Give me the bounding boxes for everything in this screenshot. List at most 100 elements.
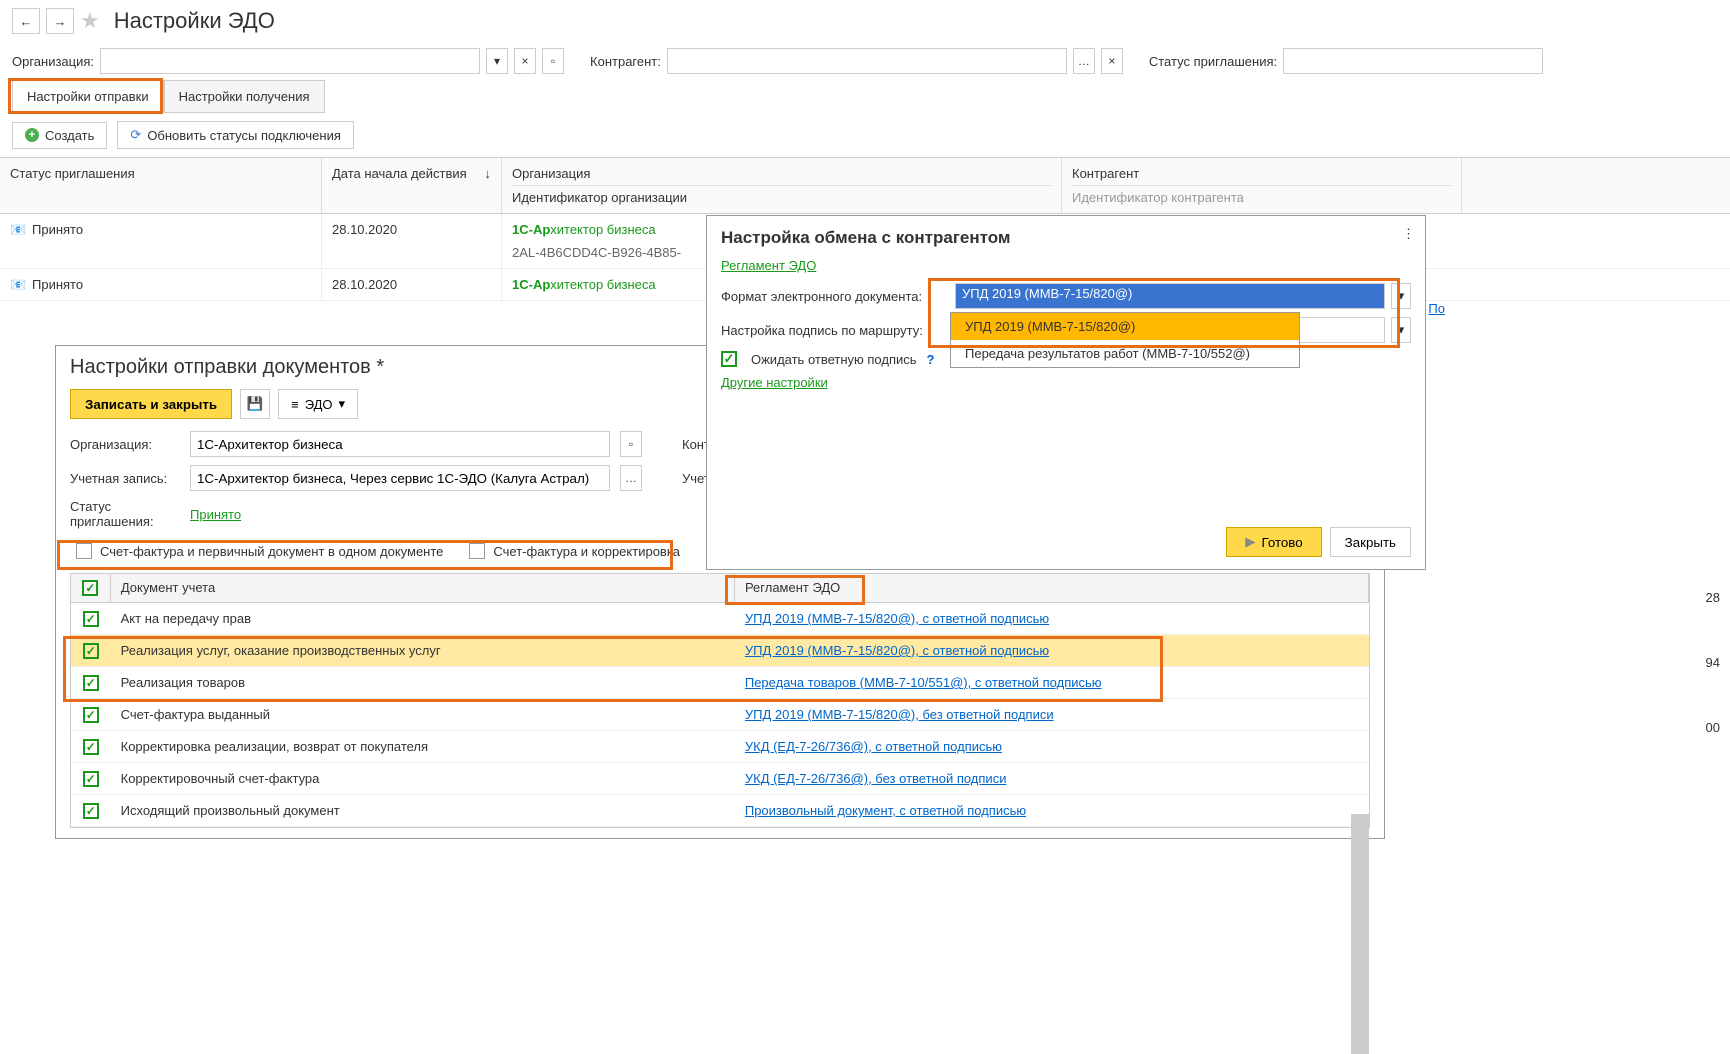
doc-name: Акт на передачу прав	[111, 605, 735, 632]
row-checkbox[interactable]: ✓	[83, 771, 99, 787]
reglament-link[interactable]: УПД 2019 (ММВ-7-15/820@), без ответной п…	[745, 707, 1054, 722]
close-button[interactable]: Закрыть	[1330, 527, 1411, 557]
account-input[interactable]	[190, 465, 610, 491]
account-more-button[interactable]: …	[620, 465, 642, 491]
doc-col-reglament[interactable]: Регламент ЭДО	[735, 574, 1369, 602]
wait-sign-label: Ожидать ответную подпись	[751, 352, 917, 367]
grid-col-date[interactable]: Дата начала действия ↓	[322, 158, 502, 213]
doc-name: Счет-фактура выданный	[111, 701, 735, 728]
doc-row[interactable]: ✓ Акт на передачу прав УПД 2019 (ММВ-7-15/…	[71, 603, 1369, 635]
chk-invoice-correction[interactable]	[469, 543, 485, 559]
grid-header: Статус приглашения Дата начала действия …	[0, 158, 1730, 214]
counter-more-button[interactable]: …	[1073, 48, 1095, 74]
other-settings-link[interactable]: Другие настройки	[721, 375, 828, 390]
row-checkbox[interactable]: ✓	[83, 643, 99, 659]
filter-status-label: Статус приглашения:	[1149, 54, 1277, 69]
org-dropdown-button[interactable]: ▾	[486, 48, 508, 74]
org-clear-button[interactable]: ×	[514, 48, 536, 74]
reglament-link[interactable]: УПД 2019 (ММВ-7-15/820@), с ответной под…	[745, 643, 1049, 658]
reglament-link[interactable]: Передача товаров (ММВ-7-10/551@), с отве…	[745, 675, 1102, 690]
create-button[interactable]: + Создать	[12, 122, 107, 149]
org-label: Организация:	[70, 437, 180, 452]
format-label: Формат электронного документа:	[721, 289, 949, 304]
filter-org-input[interactable]	[100, 48, 480, 74]
plus-icon: +	[25, 128, 39, 142]
counter-clear-button[interactable]: ×	[1101, 48, 1123, 74]
modal2-title: Настройка обмена с контрагентом	[721, 228, 1411, 248]
row-checkbox[interactable]: ✓	[83, 707, 99, 723]
invite-status-link[interactable]: Принято	[190, 507, 241, 522]
play-icon: ▶	[1245, 534, 1255, 550]
format-dropdown-list: УПД 2019 (ММВ-7-15/820@) Передача резуль…	[950, 312, 1300, 368]
reglament-link[interactable]: УКД (ЕД-7-26/736@), с ответной подписью	[745, 739, 1002, 754]
org-open-button[interactable]: ▫	[542, 48, 564, 74]
grid-col-org[interactable]: Организация Идентификатор организации	[502, 158, 1062, 213]
org-link[interactable]: 1С-Архитектор бизнеса	[512, 222, 656, 237]
tabs: Настройки отправки Настройки получения	[0, 80, 1730, 113]
row-checkbox[interactable]: ✓	[83, 611, 99, 627]
help-icon[interactable]: ?	[927, 352, 935, 367]
vertical-scrollbar[interactable]	[1351, 814, 1369, 1054]
doc-icon: 📧	[10, 277, 26, 289]
reglament-link[interactable]: Регламент ЭДО	[721, 258, 816, 273]
chk-invoice-correction-label: Счет-фактура и корректировка	[493, 544, 680, 559]
ready-button[interactable]: ▶Готово	[1226, 527, 1321, 557]
dropdown-option[interactable]: УПД 2019 (ММВ-7-15/820@)	[951, 313, 1299, 340]
side-number: 94	[1706, 655, 1720, 670]
doc-name: Исходящий произвольный документ	[111, 797, 735, 824]
filter-counter-label: Контрагент:	[590, 54, 661, 69]
doc-name: Корректировочный счет-фактура	[111, 765, 735, 792]
row-checkbox[interactable]: ✓	[83, 739, 99, 755]
doc-row[interactable]: ✓ Исходящий произвольный документ Произвол…	[71, 795, 1369, 827]
filter-status-input[interactable]	[1283, 48, 1543, 74]
grid-col-counter[interactable]: Контрагент Идентификатор контрагента	[1062, 158, 1462, 213]
side-number: 28	[1706, 590, 1720, 605]
reglament-link[interactable]: Произвольный документ, с ответной подпис…	[745, 803, 1026, 818]
save-close-button[interactable]: Записать и закрыть	[70, 389, 232, 419]
doc-row[interactable]: ✓ Корректировочный счет-фактура УКД (ЕД-7-…	[71, 763, 1369, 795]
reglament-link[interactable]: УКД (ЕД-7-26/736@), без ответной подписи	[745, 771, 1007, 786]
favorite-star-icon[interactable]: ★	[80, 8, 100, 34]
modal-exchange-settings: ⋮ Настройка обмена с контрагентом Реглам…	[706, 215, 1426, 570]
chevron-down-icon: ▾	[339, 396, 346, 412]
format-dropdown-button[interactable]: ▾	[1391, 283, 1411, 309]
row-checkbox[interactable]: ✓	[83, 803, 99, 819]
edo-menu-button[interactable]: ≡ ЭДО ▾	[278, 389, 358, 419]
tab-receive[interactable]: Настройки получения	[164, 80, 325, 113]
org-link[interactable]: 1С-Архитектор бизнеса	[512, 277, 656, 292]
reglament-link[interactable]: УПД 2019 (ММВ-7-15/820@), с ответной под…	[745, 611, 1049, 626]
grid-col-status[interactable]: Статус приглашения	[0, 158, 322, 213]
doc-row[interactable]: ✓ Корректировка реализации, возврат от по…	[71, 731, 1369, 763]
check-all-icon: ✓	[82, 580, 98, 596]
chk-invoice-primary[interactable]	[76, 543, 92, 559]
filter-counter-input[interactable]	[667, 48, 1067, 74]
floppy-icon: 💾	[247, 396, 264, 412]
po-link[interactable]: По	[1428, 301, 1445, 316]
doc-name: Реализация услуг, оказание производствен…	[111, 637, 735, 664]
doc-icon: 📧	[10, 222, 26, 234]
account-label: Учетная запись:	[70, 471, 180, 486]
row-checkbox[interactable]: ✓	[83, 675, 99, 691]
org-input[interactable]	[190, 431, 610, 457]
filter-org-label: Организация:	[12, 54, 94, 69]
route-dropdown-button[interactable]: ▾	[1391, 317, 1411, 343]
forward-button[interactable]: →	[46, 8, 74, 34]
dropdown-option[interactable]: Передача результатов работ (ММВ-7-10/552…	[951, 340, 1299, 367]
doc-row[interactable]: ✓ Реализация услуг, оказание производстве…	[71, 635, 1369, 667]
page-title: Настройки ЭДО	[114, 8, 275, 34]
doc-row[interactable]: ✓ Счет-фактура выданный УПД 2019 (ММВ-7-15…	[71, 699, 1369, 731]
save-button[interactable]: 💾	[240, 389, 270, 419]
doc-row[interactable]: ✓Реализация товаровПередача товаров (ММВ…	[71, 667, 1369, 699]
format-select[interactable]: УПД 2019 (ММВ-7-15/820@)	[955, 283, 1385, 309]
tab-send[interactable]: Настройки отправки	[12, 80, 164, 113]
doc-col-name[interactable]: Документ учета	[111, 574, 735, 602]
back-button[interactable]: ←	[12, 8, 40, 34]
wait-sign-checkbox[interactable]: ✓	[721, 351, 737, 367]
doc-name: Корректировка реализации, возврат от пок…	[111, 733, 735, 760]
org-open-icon[interactable]: ▫	[620, 431, 642, 457]
kebab-icon[interactable]: ⋮	[1402, 226, 1415, 242]
doc-col-check[interactable]: ✓	[71, 574, 111, 602]
refresh-icon: ⟳	[130, 127, 141, 143]
refresh-button[interactable]: ⟳ Обновить статусы подключения	[117, 121, 353, 149]
header: ← → ★ Настройки ЭДО	[0, 0, 1730, 42]
